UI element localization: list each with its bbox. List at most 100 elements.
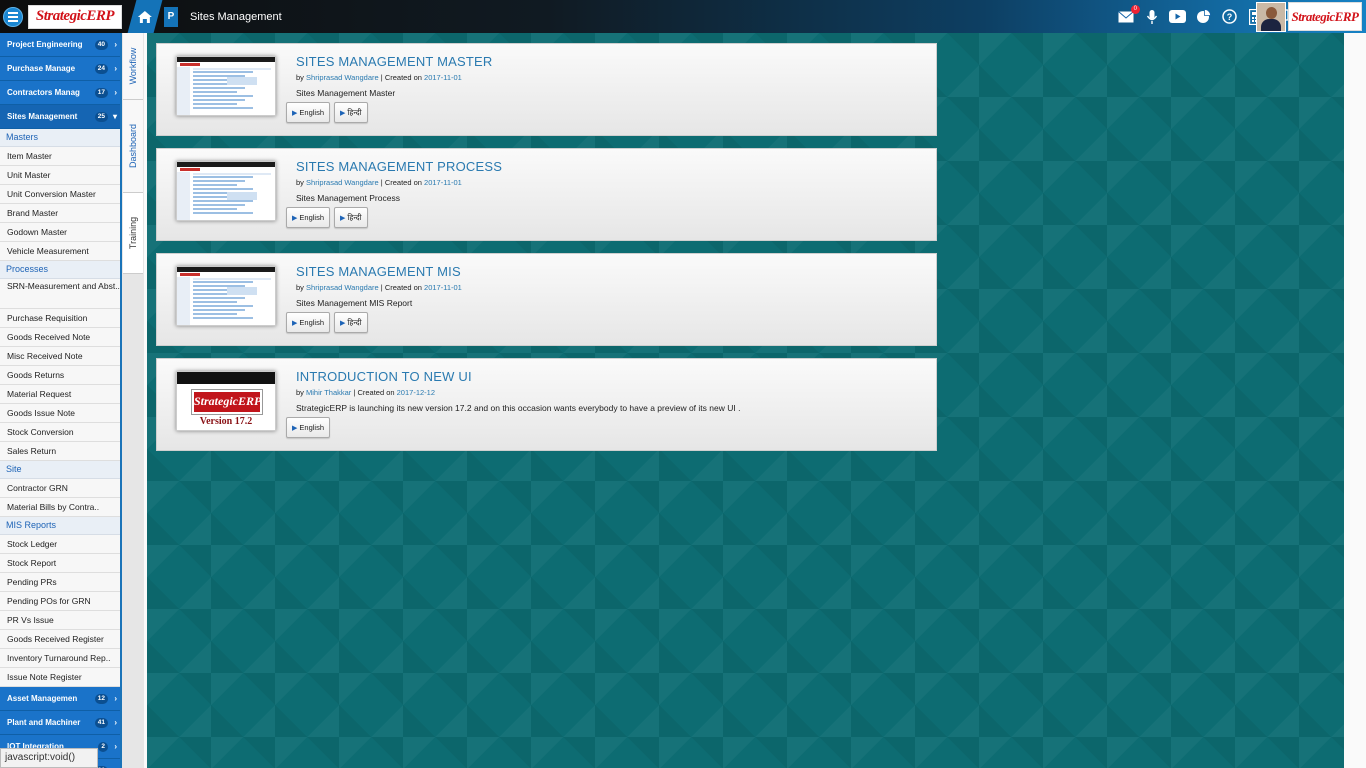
hindi-button[interactable]: ▶ हिन्दी: [334, 207, 368, 228]
author-link[interactable]: Shriprasad Wangdare: [306, 283, 379, 292]
sidebar: Project Engineering 40 › Purchase Manage…: [0, 33, 122, 768]
sidebar-item[interactable]: Item Master: [0, 147, 120, 166]
vertical-tabs: Workflow Dashboard Training: [122, 33, 144, 768]
lang-button-label: हिन्दी: [347, 107, 362, 117]
sidebar-item[interactable]: Misc Received Note: [0, 347, 120, 366]
sidebar-item[interactable]: PR Vs Issue: [0, 611, 120, 630]
sidebar-item[interactable]: Goods Issue Note: [0, 404, 120, 423]
sidebar-item[interactable]: Goods Received Note: [0, 328, 120, 347]
lang-button-label: English: [299, 108, 324, 117]
card-thumbnail[interactable]: StrategicERP Version 17.2: [176, 371, 276, 431]
tab-dashboard[interactable]: Dashboard: [123, 100, 143, 193]
svg-text:?: ?: [1227, 12, 1233, 22]
sidebar-module[interactable]: Purchase Manage 24 ›: [0, 57, 120, 81]
sidebar-item[interactable]: SRN-Measurement and Abst..: [0, 279, 120, 309]
module-count-badge: 2: [98, 741, 108, 752]
hindi-button[interactable]: ▶ हिन्दी: [334, 312, 368, 333]
module-count-badge: 24: [94, 63, 108, 74]
english-button[interactable]: ▶ English: [286, 417, 330, 438]
home-button[interactable]: [127, 0, 163, 33]
hindi-button[interactable]: ▶ हिन्दी: [334, 102, 368, 123]
pie-chart-icon[interactable]: [1195, 8, 1212, 25]
tab-workflow[interactable]: Workflow: [123, 33, 143, 100]
meta-created: | Created on: [353, 388, 395, 397]
sidebar-item[interactable]: Goods Returns: [0, 366, 120, 385]
sidebar-item[interactable]: Contractor GRN: [0, 479, 120, 498]
help-icon[interactable]: ?: [1221, 8, 1238, 25]
sidebar-item[interactable]: Unit Master: [0, 166, 120, 185]
sidebar-module[interactable]: Sites Management 25 ▾: [0, 105, 120, 129]
brand-logo[interactable]: StrategicERP: [28, 4, 122, 29]
sidebar-item[interactable]: Purchase Requisition: [0, 309, 120, 328]
card-thumbnail[interactable]: [176, 56, 276, 116]
menu-icon[interactable]: [3, 6, 23, 27]
sidebar-item[interactable]: Unit Conversion Master: [0, 185, 120, 204]
play-icon: ▶: [292, 214, 298, 222]
sidebar-module[interactable]: Project Engineering 40 ›: [0, 33, 120, 57]
module-count-badge: 12: [94, 693, 108, 704]
sidebar-item[interactable]: Pending PRs: [0, 573, 120, 592]
microphone-icon[interactable]: [1143, 8, 1160, 25]
avatar[interactable]: [1256, 1, 1286, 32]
tab-workflow-label: Workflow: [128, 47, 138, 85]
sidebar-item[interactable]: Vehicle Measurement: [0, 242, 120, 261]
english-button[interactable]: ▶ English: [286, 312, 330, 333]
author-link[interactable]: Shriprasad Wangdare: [306, 73, 379, 82]
sidebar-item[interactable]: Material Request: [0, 385, 120, 404]
card-meta: by Shriprasad Wangdare | Created on 2017…: [296, 73, 462, 82]
sidebar-module-label: Project Engineering: [7, 40, 83, 49]
sidebar-item[interactable]: Brand Master: [0, 204, 120, 223]
author-link[interactable]: Mihir Thakkar: [306, 388, 351, 397]
sidebar-module[interactable]: Plant and Machiner 41 ›: [0, 711, 120, 735]
main-content: SITES MANAGEMENT MASTER by Shriprasad Wa…: [147, 33, 1344, 768]
company-logo-text: StrategicERP: [1291, 8, 1359, 24]
tab-training[interactable]: Training: [123, 193, 143, 274]
chevron-right-icon: ›: [114, 64, 117, 73]
sidebar-item[interactable]: Stock Report: [0, 554, 120, 573]
author-link[interactable]: Shriprasad Wangdare: [306, 178, 379, 187]
mail-icon[interactable]: 0: [1117, 5, 1140, 25]
sidebar-section-title: Processes: [0, 261, 120, 279]
sidebar-module[interactable]: Asset Managemen 12 ›: [0, 687, 120, 711]
card-description: Sites Management Process: [296, 193, 400, 203]
sidebar-module-label: Sites Management: [7, 112, 78, 121]
created-date: 2017-11-01: [424, 283, 462, 292]
right-scroll-strip[interactable]: [1344, 33, 1366, 768]
language-buttons: ▶ English ▶ हिन्दी: [286, 102, 368, 123]
language-buttons: ▶ English: [286, 417, 330, 438]
card-title[interactable]: INTRODUCTION TO NEW UI: [296, 369, 472, 384]
meta-by: by: [296, 388, 304, 397]
sidebar-item[interactable]: Godown Master: [0, 223, 120, 242]
sidebar-module-label: Purchase Manage: [7, 64, 76, 73]
sidebar-item[interactable]: Stock Conversion: [0, 423, 120, 442]
module-count-badge: 25: [94, 111, 108, 122]
chevron-right-icon: ›: [114, 718, 117, 727]
thumbnail-logo: StrategicERP: [192, 390, 262, 414]
card-title[interactable]: SITES MANAGEMENT MIS: [296, 264, 461, 279]
chevron-right-icon: ›: [114, 742, 117, 751]
lang-button-label: English: [299, 423, 324, 432]
card-meta: by Shriprasad Wangdare | Created on 2017…: [296, 283, 462, 292]
user-block[interactable]: StrategicERP: [1256, 1, 1362, 32]
tab-training-label: Training: [128, 216, 138, 250]
status-bar: javascript:void(): [0, 748, 98, 768]
sidebar-module[interactable]: Contractors Manag 17 ›: [0, 81, 120, 105]
sidebar-item[interactable]: Issue Note Register: [0, 668, 120, 687]
english-button[interactable]: ▶ English: [286, 207, 330, 228]
sidebar-item[interactable]: Sales Return: [0, 442, 120, 461]
sidebar-item[interactable]: Stock Ledger: [0, 535, 120, 554]
card-description: StrategicERP is launching its new versio…: [296, 403, 741, 413]
sidebar-item[interactable]: Goods Received Register: [0, 630, 120, 649]
card-thumbnail[interactable]: [176, 161, 276, 221]
video-icon[interactable]: [1169, 8, 1186, 25]
chevron-right-icon: ›: [114, 694, 117, 703]
sidebar-item[interactable]: Pending POs for GRN: [0, 592, 120, 611]
card-title[interactable]: SITES MANAGEMENT MASTER: [296, 54, 493, 69]
card-title[interactable]: SITES MANAGEMENT PROCESS: [296, 159, 502, 174]
page-badge[interactable]: P: [164, 6, 178, 27]
card-thumbnail[interactable]: [176, 266, 276, 326]
meta-by: by: [296, 283, 304, 292]
sidebar-item[interactable]: Inventory Turnaround Rep..: [0, 649, 120, 668]
sidebar-item[interactable]: Material Bills by Contra..: [0, 498, 120, 517]
english-button[interactable]: ▶ English: [286, 102, 330, 123]
